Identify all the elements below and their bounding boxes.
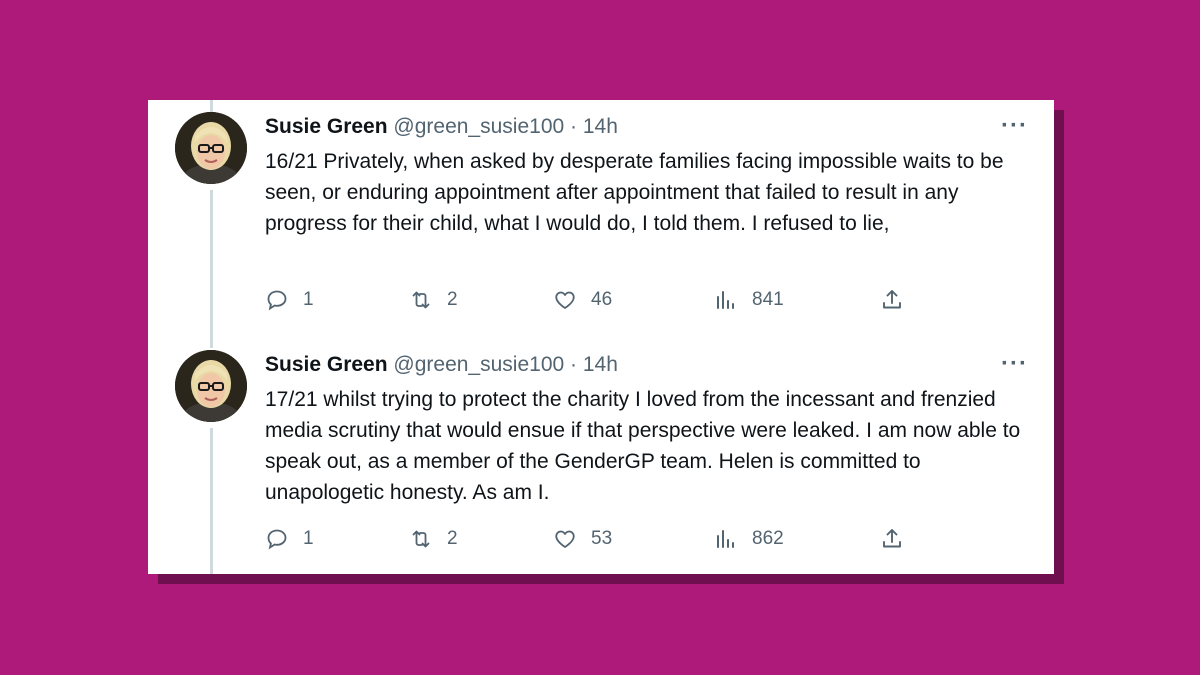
avatar-photo xyxy=(175,112,247,184)
views-button[interactable]: 841 xyxy=(714,285,784,315)
retweet-icon xyxy=(412,530,430,548)
tweet-text: 16/21 Privately, when asked by desperate… xyxy=(265,150,1004,235)
like-icon xyxy=(555,291,575,309)
reply-icon xyxy=(267,529,287,550)
reply-button[interactable]: 1 xyxy=(265,524,323,554)
like-count: 46 xyxy=(591,289,613,310)
reply-icon xyxy=(267,290,287,311)
like-icon xyxy=(555,530,575,548)
views-icon xyxy=(717,530,734,548)
share-button[interactable] xyxy=(880,524,918,554)
avatar[interactable] xyxy=(175,112,247,184)
retweet-count: 2 xyxy=(447,289,458,310)
view-count: 841 xyxy=(752,289,784,310)
tweet-header: Susie Green @green_susie100 · 14h xyxy=(265,115,618,139)
timestamp[interactable]: 14h xyxy=(583,115,618,138)
share-icon xyxy=(883,529,901,548)
views-button[interactable]: 862 xyxy=(714,524,784,554)
like-button[interactable]: 46 xyxy=(553,285,612,315)
share-button[interactable] xyxy=(880,285,918,315)
reply-count: 1 xyxy=(303,289,314,310)
retweet-icon xyxy=(412,291,430,309)
avatar[interactable] xyxy=(175,350,247,422)
tweet[interactable]: Susie Green @green_susie100 · 14h ··· 16… xyxy=(148,100,1054,338)
retweet-button[interactable]: 2 xyxy=(409,524,467,554)
tweet-thread-card: Susie Green @green_susie100 · 14h ··· 16… xyxy=(148,100,1054,574)
like-count: 53 xyxy=(591,528,613,549)
view-count: 862 xyxy=(752,528,784,549)
separator: · xyxy=(570,115,578,138)
handle[interactable]: @green_susie100 xyxy=(393,115,564,138)
like-button[interactable]: 53 xyxy=(553,524,612,554)
display-name[interactable]: Susie Green xyxy=(265,353,388,376)
display-name[interactable]: Susie Green xyxy=(265,115,388,138)
action-bar: 1 2 46 841 xyxy=(265,285,945,315)
separator: · xyxy=(570,353,578,376)
tweet[interactable]: Susie Green @green_susie100 · 14h ··· 17… xyxy=(148,338,1054,574)
more-icon[interactable]: ··· xyxy=(1001,350,1028,378)
handle[interactable]: @green_susie100 xyxy=(393,353,564,376)
views-icon xyxy=(717,291,734,309)
retweet-count: 2 xyxy=(447,528,458,549)
tweet-header: Susie Green @green_susie100 · 14h xyxy=(265,353,618,377)
action-bar: 1 2 53 862 xyxy=(265,524,945,554)
tweet-text: 17/21 whilst trying to protect the chari… xyxy=(265,388,1021,504)
reply-button[interactable]: 1 xyxy=(265,285,323,315)
reply-count: 1 xyxy=(303,528,314,549)
avatar-photo xyxy=(175,350,247,422)
more-icon[interactable]: ··· xyxy=(1001,112,1028,140)
share-icon xyxy=(883,290,901,309)
timestamp[interactable]: 14h xyxy=(583,353,618,376)
retweet-button[interactable]: 2 xyxy=(409,285,467,315)
